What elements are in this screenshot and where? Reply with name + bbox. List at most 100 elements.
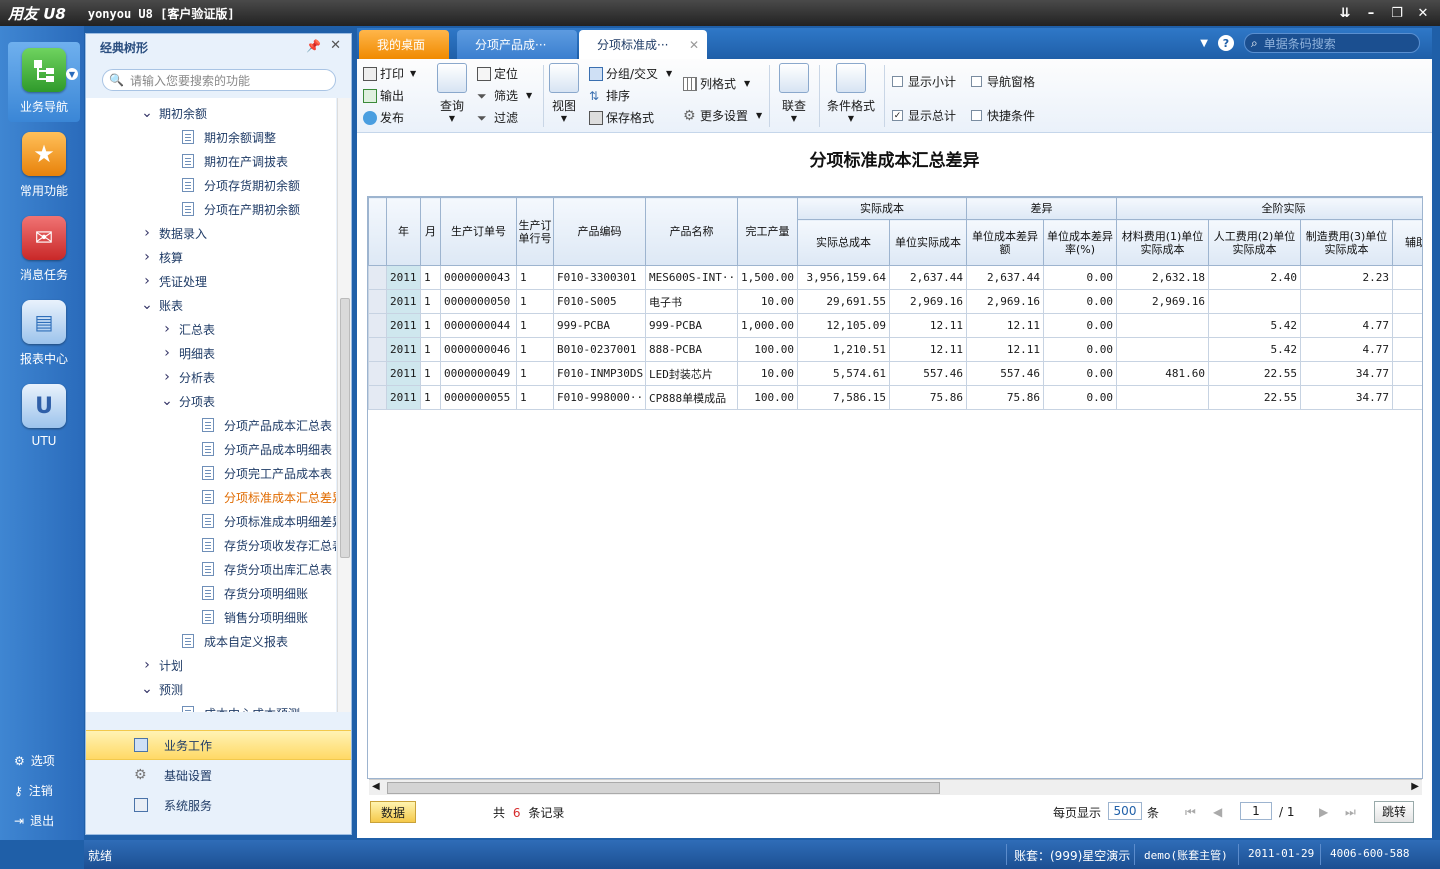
header-order[interactable]: 生产订单号 [440,197,517,266]
tree-node[interactable]: › 核算 [140,246,183,268]
restore-button[interactable]: ❐ [1386,3,1408,23]
tree-node[interactable]: 分项在产期初余额 [182,198,300,220]
barcode-search-input[interactable]: ⌕ 单据条码搜索 [1244,33,1420,53]
header-labor[interactable]: 人工费用(2)单位实际成本 [1208,219,1301,266]
first-page-icon[interactable]: ⏮ [1185,805,1196,820]
tree-node[interactable]: ⌄ 期初余额 [140,102,207,124]
cond-format-button[interactable]: 条件格式 ▼ [827,63,875,123]
tree-node[interactable]: ⌄ 预测 [140,678,183,700]
header-udiff[interactable]: 单位成本差异额 [966,219,1044,266]
table-row[interactable]: 2011 1 0000000049 1 F010-INMP30DS LED封装芯片 10.0… [368,361,1422,386]
export-button[interactable]: 输出 [363,87,404,104]
tab-close-icon[interactable]: ✕ [689,38,699,52]
locate-button[interactable]: 定位 [477,65,518,82]
header-line[interactable]: 生产订单行号 [516,197,554,266]
row-selector[interactable] [368,265,387,290]
last-page-icon[interactable]: ⏭ [1345,805,1356,820]
tree-node[interactable]: 分项产品成本汇总表 [202,414,332,436]
exit-button[interactable]: ⇥ 退出 [14,812,54,829]
filter2-button[interactable]: ⏷ 过滤 [477,109,518,126]
tree-node[interactable]: › 凭证处理 [140,270,207,292]
tab-home[interactable]: 我的桌面 [359,30,449,59]
chevron-right-icon[interactable]: › [160,321,174,337]
horizontal-scrollbar[interactable]: ◀ ▶ [369,779,1422,795]
header-qty[interactable]: 完工产量 [737,197,798,266]
help-icon[interactable]: ? [1218,35,1234,51]
sidebar-item-utu[interactable]: U UTU [8,378,80,458]
save-format-button[interactable]: 保存格式 [589,109,654,126]
tree-node[interactable]: 存货分项收发存汇总表 [202,534,336,556]
tab-product-cost[interactable]: 分项产品成··· [457,30,577,59]
chevron-down-icon[interactable]: ⌄ [140,681,154,697]
publish-button[interactable]: 发布 [363,109,404,126]
chevron-down-icon[interactable]: ⌄ [160,393,174,409]
table-row[interactable]: 2011 1 0000000050 1 F010-S005 电子书 10.00 29,691.… [368,289,1422,314]
link-query-button[interactable]: 联查 ▼ [779,63,809,123]
header-mfg[interactable]: 制造费用(3)单位实际成本 [1300,219,1393,266]
scroll-right-icon[interactable]: ▶ [1411,781,1419,792]
nav-pane-checkbox[interactable]: 导航窗格 [971,73,1035,90]
header-mat[interactable]: 材料费用(1)单位实际成本 [1116,219,1209,266]
chevron-right-icon[interactable]: › [140,225,154,241]
tree-node[interactable]: › 数据录入 [140,222,207,244]
tree-node[interactable]: 销售分项明细账 [202,606,308,628]
page-input[interactable]: 1 [1240,802,1272,820]
table-row[interactable]: 2011 1 0000000046 1 B010-0237001 888-PCBA 100.… [368,337,1422,362]
header-total[interactable]: 实际总成本 [797,219,890,266]
chevron-down-icon[interactable]: ▼ [1200,38,1208,49]
tree-node[interactable]: › 分析表 [160,366,215,388]
column-format-button[interactable]: 列格式 ▼ [683,75,750,92]
header-name[interactable]: 产品名称 [645,197,738,266]
show-total-checkbox[interactable]: ✓ 显示总计 [892,107,956,124]
tree-node[interactable]: 分项标准成本汇总差异 [202,486,336,508]
view-button[interactable]: 视图 ▼ [549,63,579,123]
scroll-thumb[interactable] [340,298,350,558]
prev-page-icon[interactable]: ◀ [1213,805,1222,819]
tree-node[interactable]: 成本自定义报表 [182,630,288,652]
sort-button[interactable]: ⇅ 排序 [589,87,630,104]
group-button[interactable]: 分组/交叉 ▼ [589,65,672,82]
row-selector[interactable] [368,385,387,410]
tree-node[interactable]: ⌄ 分项表 [160,390,215,412]
nav-footer-system[interactable]: 系统服务 [86,790,351,820]
chevron-down-icon[interactable]: ⌄ [140,297,154,313]
tree-node[interactable]: 成本中心成本预测 [182,702,300,712]
logout-button[interactable]: ⚷ 注销 [14,782,53,799]
header-code[interactable]: 产品编码 [553,197,646,266]
table-row[interactable]: 2011 1 0000000055 1 F010-998000··· CP888单模成品 1… [368,385,1422,410]
scroll-left-icon[interactable]: ◀ [372,781,380,792]
tree-node[interactable]: 分项标准成本明细差异 [202,510,336,532]
tree-scrollbar[interactable] [337,98,351,712]
header-unit[interactable]: 单位实际成本 [889,219,967,266]
row-selector[interactable] [368,289,387,314]
tree-node[interactable]: 期初在产调拔表 [182,150,288,172]
tree-node[interactable]: ⌄ 账表 [140,294,183,316]
chevron-down-icon[interactable]: ⌄ [140,105,154,121]
per-page-input[interactable]: 500 [1108,802,1142,820]
show-subtotal-checkbox[interactable]: 显示小计 [892,73,956,90]
tree-node[interactable]: › 计划 [140,654,183,676]
tree-node[interactable]: 分项存货期初余额 [182,174,300,196]
chevron-right-icon[interactable]: › [140,249,154,265]
collapse-button[interactable]: ⇊ [1334,3,1356,23]
quick-cond-checkbox[interactable]: 快捷条件 [971,107,1035,124]
nav-footer-business[interactable]: 业务工作 [86,730,351,760]
data-button[interactable]: 数据 [370,801,416,823]
header-aux[interactable]: 辅助位 [1392,219,1422,266]
nav-search-input[interactable]: 🔍 请输入您要搜索的功能 [102,69,336,91]
close-icon[interactable]: ✕ [330,38,341,53]
header-year[interactable]: 年 [386,197,421,266]
tab-std-cost[interactable]: 分项标准成··· ✕ [579,30,707,59]
tree-node[interactable]: 存货分项明细账 [202,582,308,604]
tree-node[interactable]: 期初余额调整 [182,126,276,148]
sidebar-item-common[interactable]: ★ 常用功能 [8,126,80,206]
scroll-thumb[interactable] [387,782,940,794]
pin-icon[interactable]: 📌 [306,39,321,53]
next-page-icon[interactable]: ▶ [1319,805,1328,819]
tree-node[interactable]: 存货分项出库汇总表 [202,558,332,580]
row-selector[interactable] [368,313,387,338]
chevron-right-icon[interactable]: › [140,657,154,673]
sidebar-item-messages[interactable]: ✉ 消息任务 [8,210,80,290]
sidebar-item-report[interactable]: ▤ 报表中心 [8,294,80,374]
chevron-right-icon[interactable]: › [140,273,154,289]
